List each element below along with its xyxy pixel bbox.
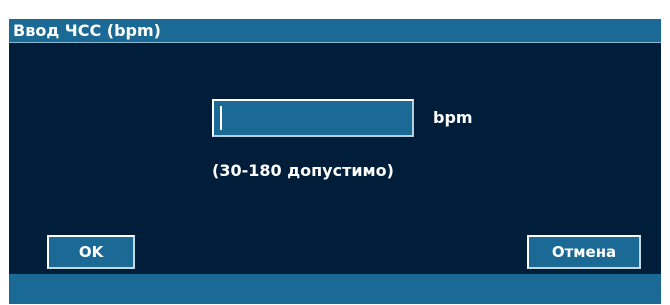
valid-range-hint: (30-180 допустимо) xyxy=(212,161,394,180)
cancel-button[interactable]: Отмена xyxy=(527,235,641,269)
dialog-bottom-strip xyxy=(9,274,661,304)
dialog-title-bar: Ввод ЧСС (bpm) xyxy=(9,19,661,43)
ok-button[interactable]: OK xyxy=(47,235,135,269)
heart-rate-input[interactable] xyxy=(212,99,414,137)
text-caret xyxy=(220,106,222,130)
unit-label: bpm xyxy=(433,108,473,127)
dialog-title: Ввод ЧСС (bpm) xyxy=(13,21,161,40)
hr-input-dialog: Ввод ЧСС (bpm) bpm (30-180 допустимо) OK… xyxy=(9,19,661,304)
